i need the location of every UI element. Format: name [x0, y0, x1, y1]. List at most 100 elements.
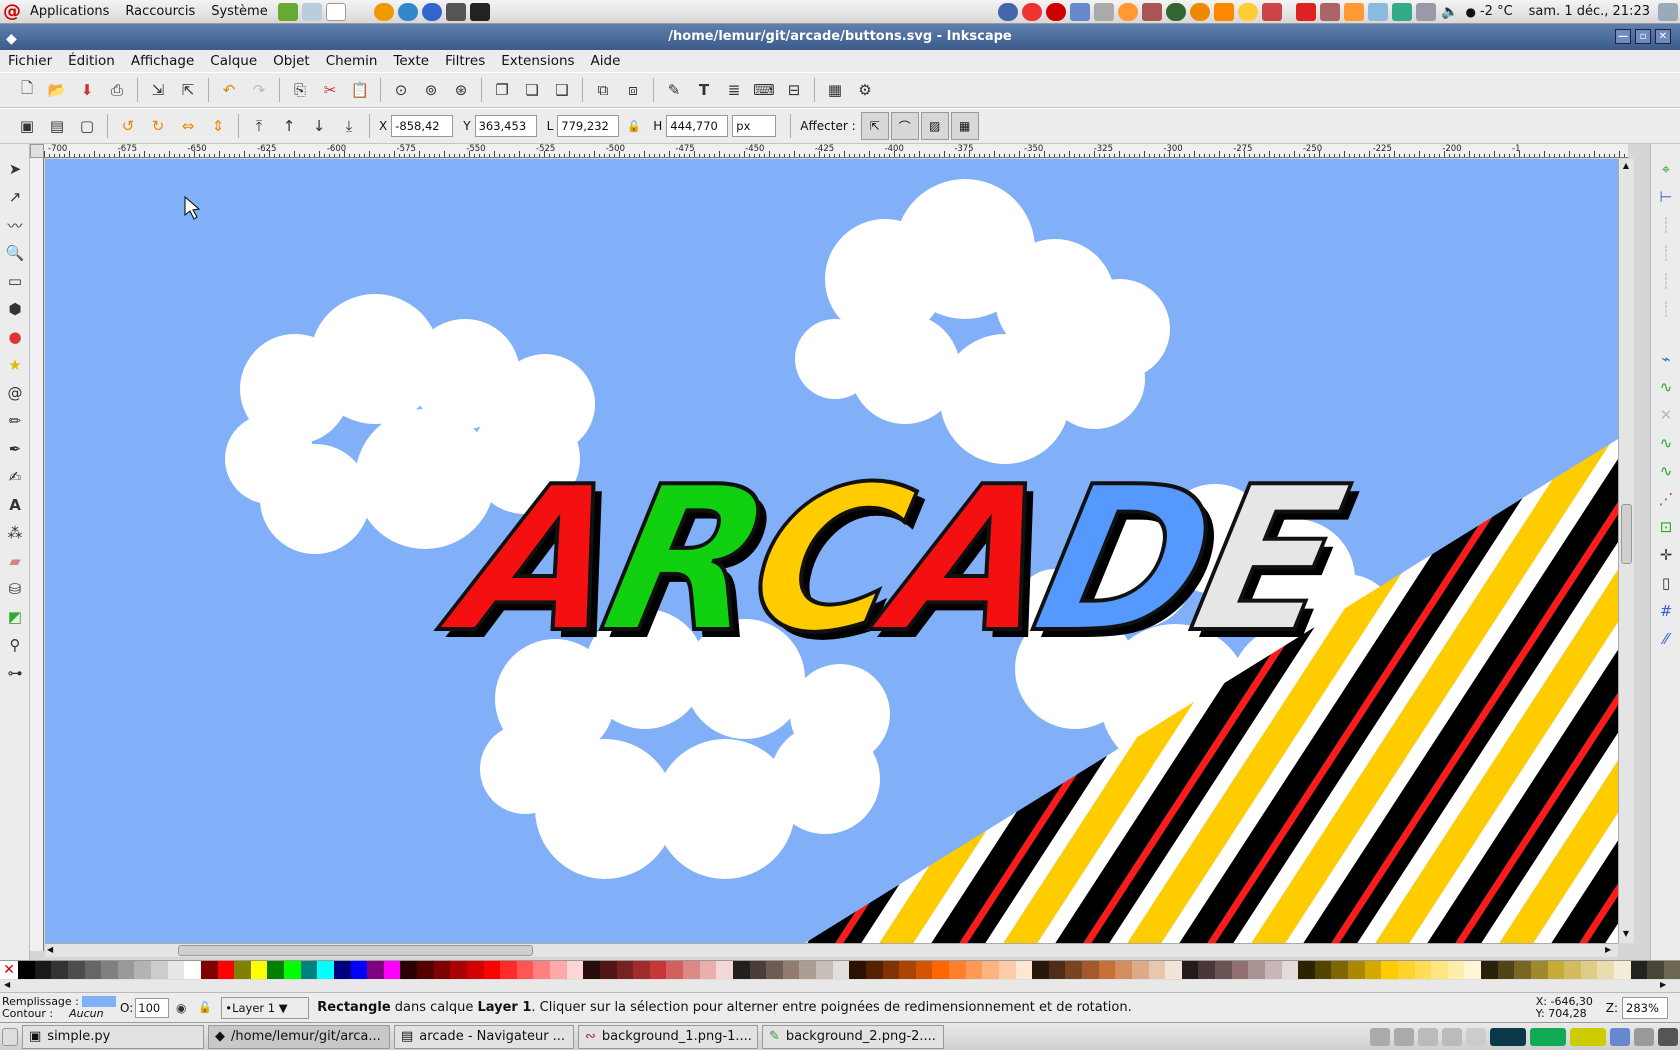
palette-swatch[interactable]: [583, 961, 600, 979]
group-icon[interactable]: ⧉: [592, 79, 614, 101]
palette-swatch[interactable]: [400, 961, 417, 979]
weather-icon[interactable]: ●: [1466, 5, 1476, 19]
opera-icon[interactable]: [1046, 2, 1067, 21]
palette-swatch[interactable]: [849, 961, 866, 979]
ellipse-tool-icon[interactable]: ●: [2, 324, 28, 350]
export-icon[interactable]: ⇱: [177, 79, 199, 101]
palette-swatch[interactable]: [250, 961, 268, 979]
palette-swatch[interactable]: [1015, 961, 1033, 979]
snap-midpoints-icon[interactable]: ⋰: [1653, 486, 1679, 512]
select-all-layers-icon[interactable]: ▤: [46, 115, 68, 137]
snap-smooth-nodes-icon[interactable]: ∿: [1653, 458, 1679, 484]
copy-icon[interactable]: ⎘: [289, 79, 311, 101]
paint-bucket-tool-icon[interactable]: ⛁: [2, 576, 28, 602]
palette-swatch[interactable]: [234, 961, 251, 979]
launcher-icon[interactable]: [421, 2, 442, 21]
preferences-icon[interactable]: ⚙: [854, 79, 876, 101]
launcher-icon[interactable]: [445, 2, 466, 21]
palette-swatch[interactable]: [816, 961, 833, 979]
launcher-icon[interactable]: [373, 2, 394, 21]
palette-swatch[interactable]: [732, 961, 750, 979]
tray-icon[interactable]: [1658, 1027, 1678, 1046]
palette-swatch[interactable]: [383, 961, 401, 979]
palette-swatch[interactable]: [18, 961, 35, 979]
palette-swatch[interactable]: [217, 961, 235, 979]
vertical-scrollbar[interactable]: ▲ ▼: [1618, 159, 1634, 943]
height-input[interactable]: 444,770: [666, 115, 729, 137]
affect-stroke-scale-button[interactable]: ⇱: [860, 112, 889, 140]
palette-swatch[interactable]: [649, 961, 667, 979]
snap-intersections-icon[interactable]: ✕: [1653, 402, 1679, 428]
menu-text[interactable]: Texte: [385, 53, 437, 69]
scroll-left-icon[interactable]: ◀: [47, 945, 53, 954]
palette-swatch[interactable]: [184, 961, 201, 979]
paste-icon[interactable]: 📋: [349, 79, 371, 101]
palette-swatch[interactable]: [516, 961, 534, 979]
gradient-tool-icon[interactable]: ◩: [2, 604, 28, 630]
opacity-input[interactable]: 100: [135, 997, 170, 1018]
flip-vertical-icon[interactable]: ⇕: [207, 115, 229, 137]
snap-guides-icon[interactable]: ⁄⁄: [1653, 626, 1679, 652]
palette-swatch[interactable]: [1381, 961, 1398, 979]
palette-swatch[interactable]: [1364, 961, 1382, 979]
import-icon[interactable]: ⇲: [147, 79, 169, 101]
layers-icon[interactable]: ≣: [723, 79, 745, 101]
palette-swatch[interactable]: [1547, 961, 1565, 979]
palette-swatch[interactable]: [1181, 961, 1199, 979]
launcher-icon[interactable]: [301, 2, 322, 21]
palette-swatch[interactable]: [1663, 961, 1680, 979]
eraser-tool-icon[interactable]: ▰: [2, 548, 28, 574]
ungroup-icon[interactable]: ⧈: [622, 79, 644, 101]
snap-enable-icon[interactable]: ⌖: [1653, 156, 1679, 182]
palette-swatch[interactable]: [599, 961, 617, 979]
color-palette[interactable]: ✕: [0, 960, 1680, 980]
minimize-button[interactable]: —: [1615, 29, 1631, 44]
vlc-icon[interactable]: [1214, 2, 1235, 21]
arcade-letters[interactable]: ARCADE: [424, 441, 1362, 678]
network-monitor-icon[interactable]: [1570, 1027, 1606, 1046]
raise-top-icon[interactable]: ⤒: [248, 115, 270, 137]
snap-bbox-edge-icon[interactable]: ┊: [1653, 212, 1679, 238]
pencil-tool-icon[interactable]: ✏: [2, 408, 28, 434]
3d-box-tool-icon[interactable]: ⬢: [2, 296, 28, 322]
task-browser[interactable]: ▤ arcade - Navigateur ...: [394, 1024, 574, 1049]
task-simple-py[interactable]: ▣ simple.py: [22, 1024, 204, 1049]
fill-swatch[interactable]: [81, 996, 116, 1007]
palette-swatch[interactable]: [1397, 961, 1415, 979]
unlink-clone-icon[interactable]: ❑: [551, 79, 573, 101]
redo-icon[interactable]: ↷: [248, 79, 270, 101]
distro-logo-icon[interactable]: @: [2, 1, 22, 22]
volume-icon[interactable]: 🔈: [1441, 4, 1458, 20]
tray-icon[interactable]: [998, 2, 1019, 21]
unit-select[interactable]: px: [732, 115, 777, 137]
lock-icon[interactable]: 🔓: [623, 115, 645, 137]
menu-layer[interactable]: Calque: [202, 53, 265, 69]
y-input[interactable]: 363,453: [474, 115, 537, 137]
palette-swatch[interactable]: [1298, 961, 1315, 979]
spray-tool-icon[interactable]: ⁂: [2, 520, 28, 546]
fill-stroke-indicator[interactable]: Remplissage : Contour : Aucun: [0, 995, 120, 1020]
scroll-right-icon[interactable]: ▶: [1605, 945, 1611, 954]
palette-swatch[interactable]: [550, 961, 567, 979]
text-tool-icon[interactable]: A: [2, 492, 28, 518]
palette-swatch[interactable]: [1331, 961, 1348, 979]
palette-swatch[interactable]: [1148, 961, 1166, 979]
tray-icon[interactable]: [1320, 2, 1341, 21]
palette-swatch[interactable]: [865, 961, 883, 979]
rectangle-tool-icon[interactable]: ▭: [2, 268, 28, 294]
menu-filters[interactable]: Filtres: [437, 53, 493, 69]
open-icon[interactable]: 📂: [46, 79, 68, 101]
palette-swatch[interactable]: [1215, 961, 1232, 979]
palette-swatch[interactable]: [965, 961, 983, 979]
document-properties-icon[interactable]: ▦: [824, 79, 846, 101]
layer-select[interactable]: •Layer 1 ▼: [221, 996, 310, 1019]
palette-swatch[interactable]: [101, 961, 118, 979]
launcher-icon[interactable]: [397, 2, 418, 21]
palette-swatch[interactable]: [466, 961, 484, 979]
palette-swatch[interactable]: [367, 961, 384, 979]
cut-icon[interactable]: ✂: [319, 79, 341, 101]
palette-swatch[interactable]: [450, 961, 467, 979]
palette-swatch[interactable]: [616, 961, 634, 979]
menu-applications[interactable]: Applications: [22, 4, 117, 19]
palette-swatch[interactable]: [949, 961, 966, 979]
